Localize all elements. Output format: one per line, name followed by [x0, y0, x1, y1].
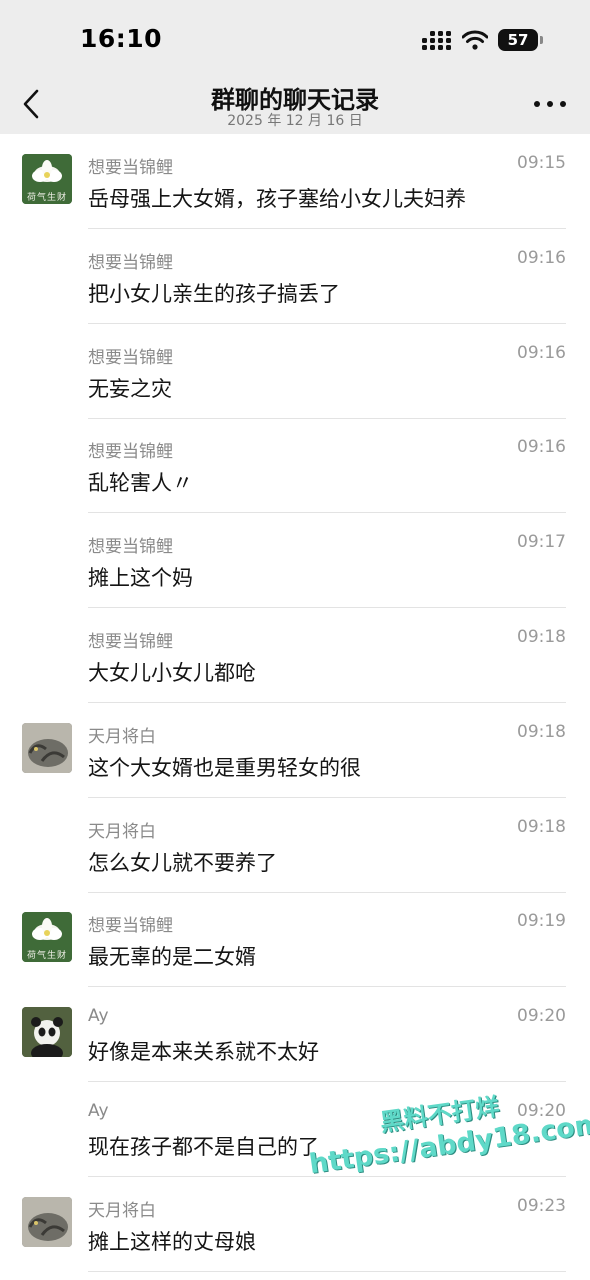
- message-sender: 想要当锦鲤: [88, 916, 173, 937]
- more-dot-icon: [547, 101, 553, 107]
- message-time: 09:19: [517, 911, 566, 932]
- message-text: 这个大女婿也是重男轻女的很: [88, 755, 361, 780]
- message-text: 最无辜的是二女婿: [88, 945, 256, 970]
- message-text: 摊上这样的丈母娘: [88, 1229, 256, 1254]
- message-time: 09:16: [517, 247, 566, 268]
- message-text: 大女儿小女儿都呛: [88, 661, 256, 685]
- message-sender: 天月将白: [88, 821, 156, 842]
- message-time: 09:18: [517, 816, 566, 837]
- message-text: 现在孩子都不是自己的了: [88, 1135, 319, 1159]
- message-row[interactable]: 想要当锦鲤 09:16 无妄之灾: [0, 324, 590, 419]
- message-text: 摊上这个妈: [88, 566, 193, 591]
- message-sender: 想要当锦鲤: [88, 537, 173, 558]
- message-time: 09:18: [517, 627, 566, 647]
- message-sender: 想要当锦鲤: [88, 442, 173, 463]
- message-text: 好像是本来关系就不太好: [88, 1040, 319, 1065]
- message-row[interactable]: 天月将白 09:18 怎么女儿就不要养了: [0, 798, 590, 893]
- message-time: 09:18: [517, 721, 566, 742]
- message-row[interactable]: 想要当锦鲤 09:16 把小女儿亲生的孩子搞丢了: [0, 229, 590, 324]
- message-sender: 想要当锦鲤: [88, 158, 173, 178]
- message-row[interactable]: Ay 09:20 好像是本来关系就不太好: [0, 987, 590, 1083]
- message-row[interactable]: 荷气生财 想要当锦鲤 09:19 最无辜的是二女婿: [0, 892, 590, 988]
- message-row[interactable]: 天月将白 09:23 摊上这样的丈母娘: [0, 1177, 590, 1272]
- message-row[interactable]: Ay 09:20 现在孩子都不是自己的了: [0, 1082, 590, 1177]
- avatar-lotus[interactable]: 荷气生财: [22, 912, 72, 963]
- message-sender: Ay: [88, 1101, 109, 1121]
- message-time: 09:15: [517, 153, 566, 173]
- signal-icon: [422, 31, 451, 50]
- message-row[interactable]: 想要当锦鲤 09:17 摊上这个妈: [0, 513, 590, 609]
- message-row[interactable]: 想要当锦鲤 09:18 大女儿小女儿都呛: [0, 608, 590, 703]
- avatar-cat[interactable]: [22, 1196, 72, 1247]
- message-text: 怎么女儿就不要养了: [88, 850, 277, 875]
- message-row[interactable]: 荷气生财 想要当锦鲤 09:15 岳母强上大女婿，孩子塞给小女儿夫妇养: [0, 134, 590, 229]
- wifi-icon: [462, 30, 488, 50]
- more-dot-icon: [560, 101, 566, 107]
- more-button[interactable]: [534, 92, 566, 116]
- message-time: 09:17: [517, 532, 566, 553]
- top-bar: 16:10 57 群聊的聊天记录 2025 年 12 月 16 日: [0, 0, 590, 134]
- message-sender: 想要当锦鲤: [88, 347, 173, 368]
- message-sender: 天月将白: [88, 726, 156, 747]
- message-sender: 想要当锦鲤: [88, 252, 173, 273]
- message-sender: 想要当锦鲤: [88, 632, 173, 652]
- avatar-caption: 荷气生财: [26, 193, 67, 203]
- message-sender: Ay: [88, 1006, 109, 1027]
- message-row[interactable]: 想要当锦鲤 09:16 乱轮害人〃: [0, 418, 590, 514]
- message-text: 乱轮害人〃: [88, 471, 193, 496]
- message-time: 09:23: [517, 1195, 566, 1216]
- battery-icon: 57: [498, 29, 543, 51]
- divider: [88, 1270, 566, 1272]
- message-time: 09:16: [517, 342, 566, 363]
- message-time: 09:16: [517, 437, 566, 458]
- message-text: 把小女儿亲生的孩子搞丢了: [88, 281, 340, 306]
- message-row[interactable]: 天月将白 09:18 这个大女婿也是重男轻女的很: [0, 703, 590, 798]
- message-time: 09:20: [517, 1006, 566, 1027]
- message-text: 岳母强上大女婿，孩子塞给小女儿夫妇养: [88, 187, 466, 211]
- message-time: 09:20: [517, 1101, 566, 1121]
- avatar-cat[interactable]: [22, 722, 72, 773]
- status-icons: 57: [422, 28, 543, 52]
- status-time: 16:10: [80, 24, 163, 53]
- message-text: 无妄之灾: [88, 376, 172, 401]
- avatar-lotus[interactable]: 荷气生财: [22, 154, 72, 204]
- page-subtitle-date: 2025 年 12 月 16 日: [227, 113, 363, 129]
- more-dot-icon: [534, 101, 540, 107]
- message-sender: 天月将白: [88, 1200, 156, 1221]
- avatar-caption: 荷气生财: [26, 951, 67, 962]
- avatar-panda[interactable]: [22, 1007, 72, 1058]
